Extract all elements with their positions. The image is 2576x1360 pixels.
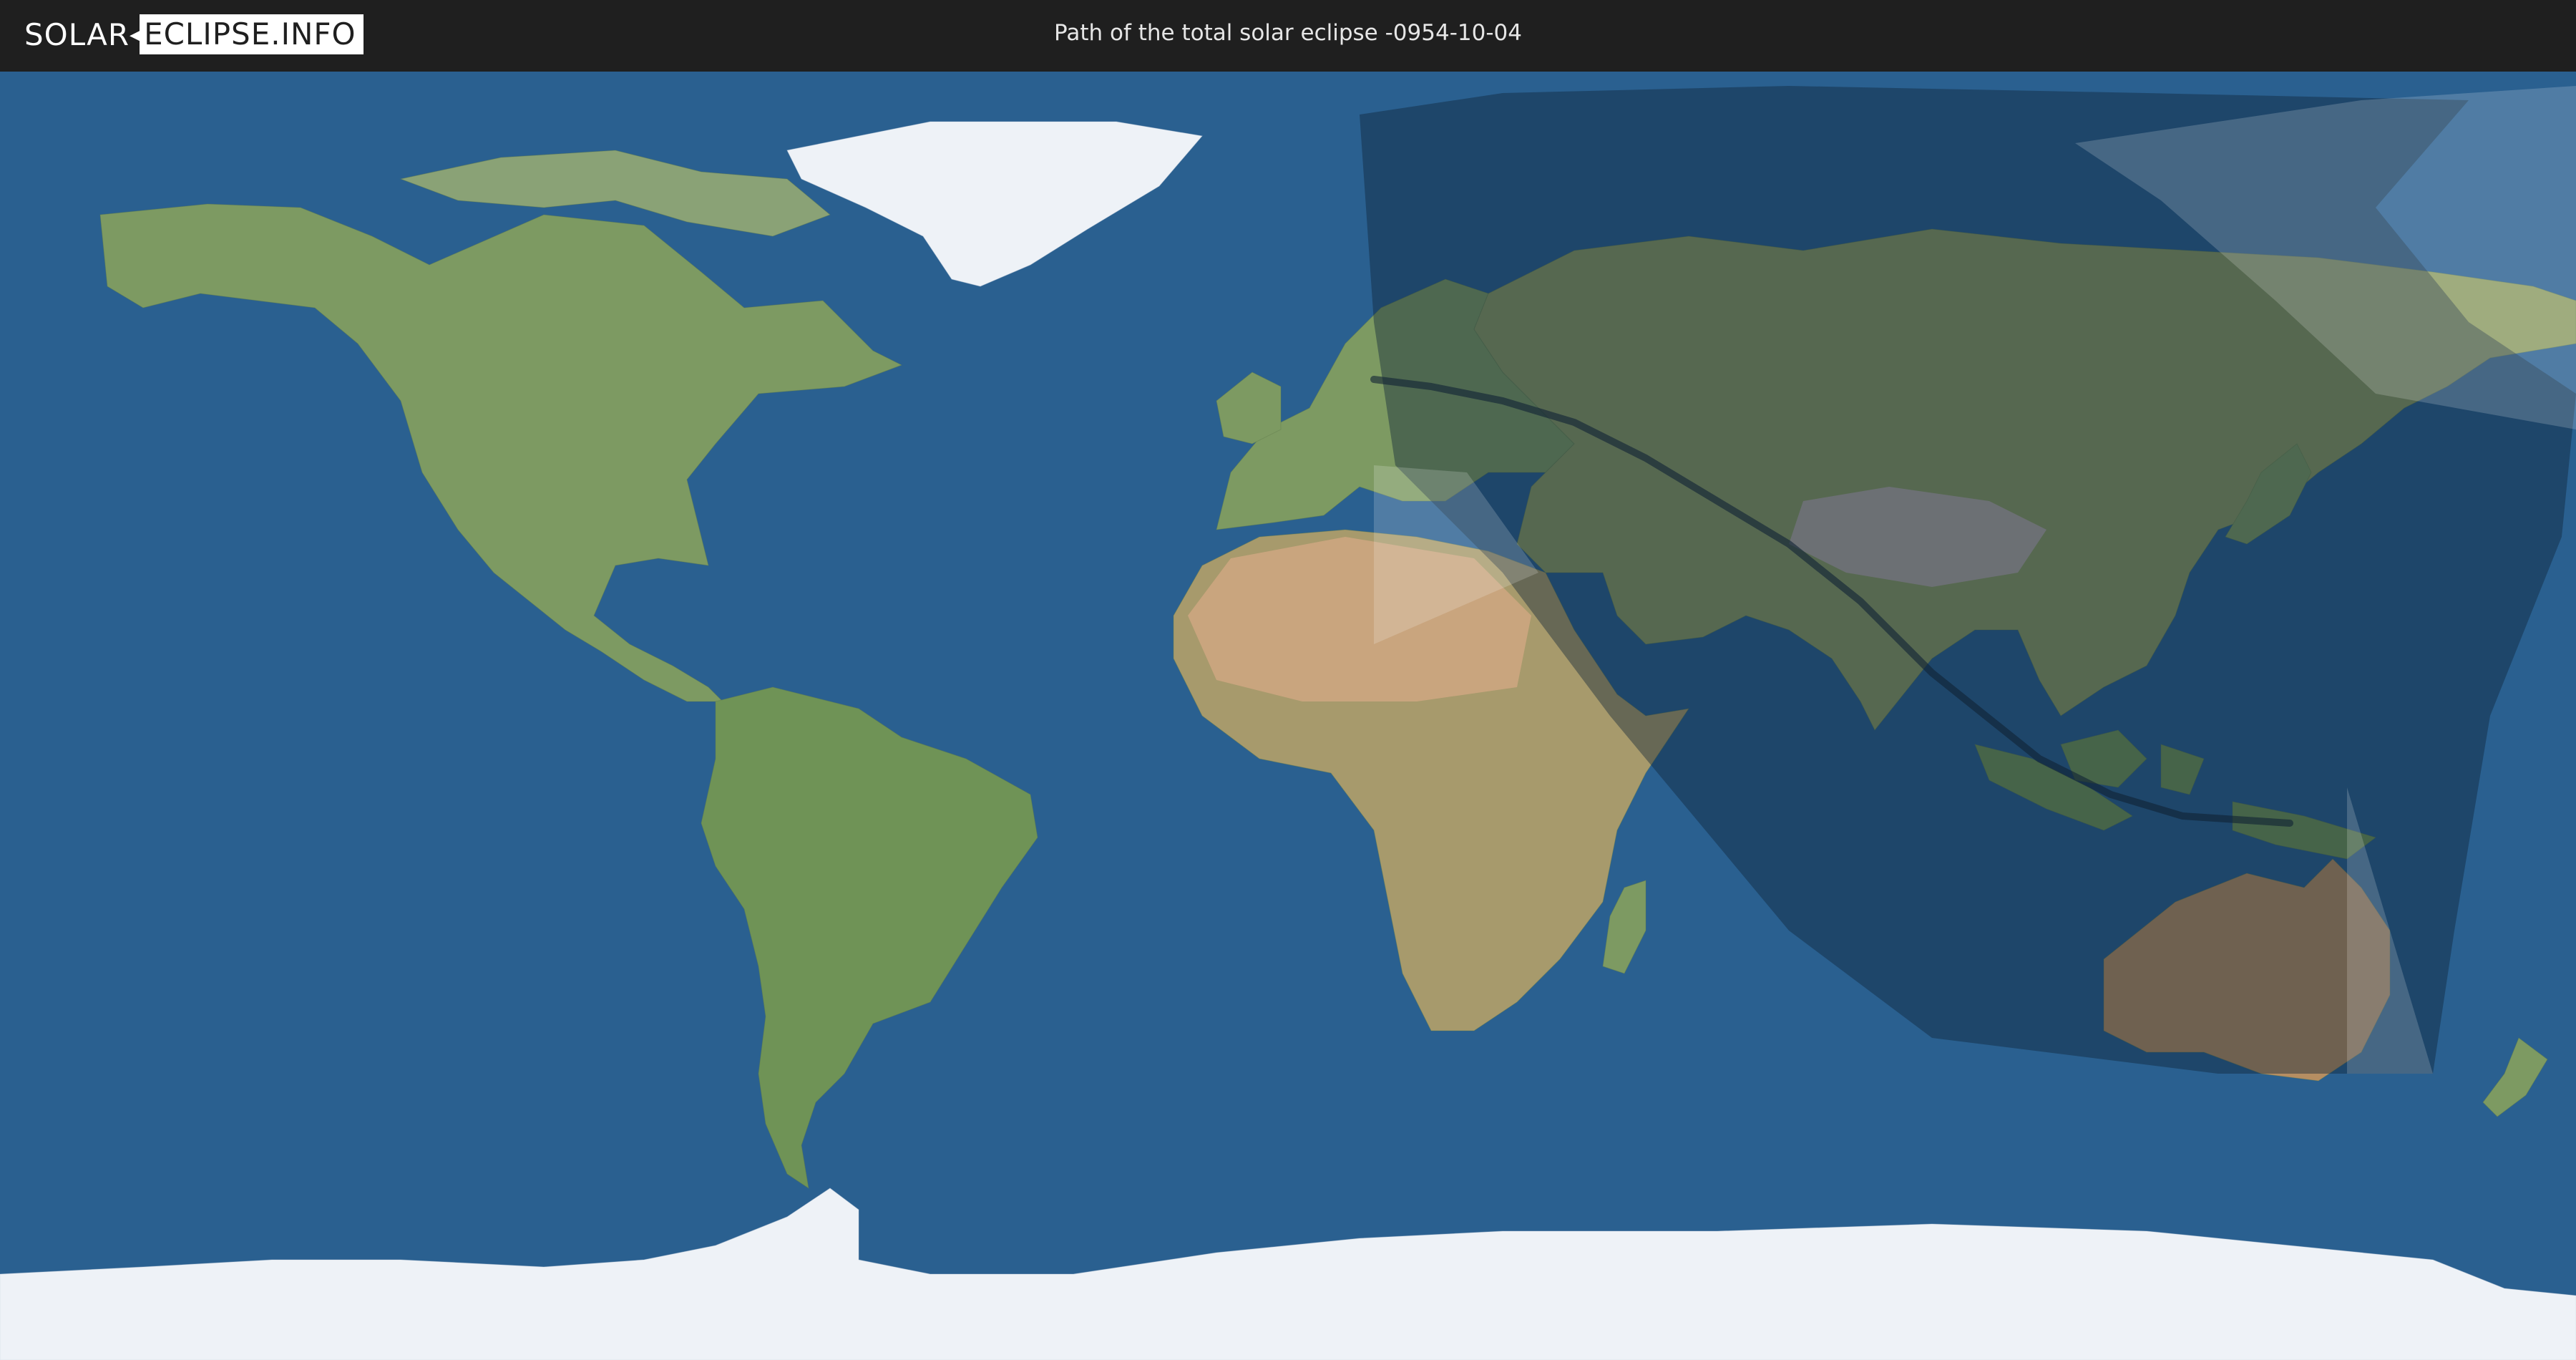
header-bar: SOLAR ◂ ECLIPSE.INFO Path of the total s… (0, 0, 2576, 72)
world-map[interactable] (0, 72, 2576, 1360)
page-title: Path of the total solar eclipse -0954-10… (1054, 20, 1522, 46)
